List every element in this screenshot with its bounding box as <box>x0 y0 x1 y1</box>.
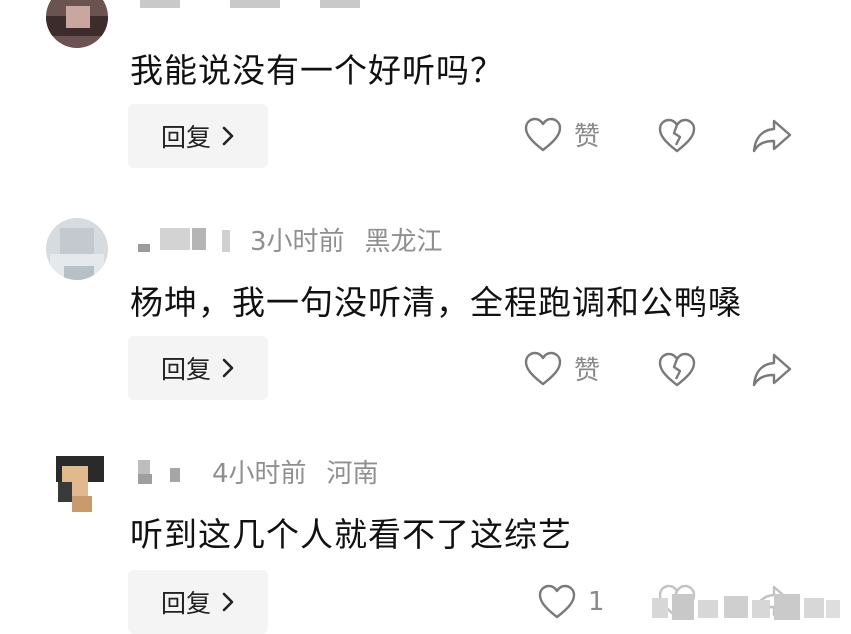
comment-text: 杨坤，我一句没听清，全程跑调和公鸭嗓 <box>130 283 742 322</box>
reply-label: 回复 <box>160 589 211 618</box>
like-button[interactable]: 1 <box>538 584 605 620</box>
reply-button[interactable]: 回复 <box>128 104 268 168</box>
like-button[interactable]: 赞 <box>524 116 600 153</box>
reply-label: 回复 <box>160 123 211 152</box>
broken-heart-icon <box>658 352 696 387</box>
comment-meta <box>130 0 380 16</box>
username-blurred[interactable] <box>130 456 202 486</box>
broken-heart-icon <box>658 118 696 153</box>
like-label: 赞 <box>574 122 601 152</box>
share-arrow-icon <box>752 119 792 153</box>
heart-outline-icon <box>524 351 562 385</box>
like-label: 赞 <box>574 356 601 386</box>
chevron-right-icon <box>222 592 234 612</box>
dislike-button[interactable] <box>658 118 696 154</box>
username-blurred[interactable] <box>130 0 370 14</box>
comment-item: 3小时前 黑龙江 杨坤，我一句没听清，全程跑调和公鸭嗓 回复 赞 <box>0 200 851 430</box>
comment-meta: 4小时前 河南 <box>130 454 379 489</box>
comment-location: 黑龙江 <box>364 226 443 257</box>
heart-outline-icon <box>538 584 576 619</box>
reply-button[interactable]: 回复 <box>128 570 268 634</box>
avatar[interactable] <box>46 452 108 514</box>
share-button[interactable] <box>752 118 792 154</box>
username-blurred[interactable] <box>130 224 240 254</box>
comment-time: 4小时前 <box>212 458 307 489</box>
avatar[interactable] <box>46 218 108 280</box>
comment-meta: 3小时前 黑龙江 <box>130 222 443 257</box>
dislike-button[interactable] <box>658 352 696 388</box>
share-arrow-icon <box>752 353 792 387</box>
reply-label: 回复 <box>160 355 211 384</box>
comment-location: 河南 <box>326 458 379 489</box>
share-button[interactable] <box>752 352 792 388</box>
like-count: 1 <box>588 587 605 617</box>
comment-item: 我能说没有一个好听吗？ 回复 赞 <box>0 0 851 200</box>
watermark-blurred <box>652 590 842 626</box>
reply-button[interactable]: 回复 <box>128 336 268 400</box>
chevron-right-icon <box>222 126 234 146</box>
heart-outline-icon <box>524 117 562 151</box>
comment-time: 3小时前 <box>250 226 345 257</box>
like-button[interactable]: 赞 <box>524 350 600 387</box>
avatar[interactable] <box>46 0 108 48</box>
comment-text: 我能说没有一个好听吗？ <box>130 51 504 90</box>
comment-text: 听到这几个人就看不了这综艺 <box>130 515 572 554</box>
chevron-right-icon <box>222 358 234 378</box>
